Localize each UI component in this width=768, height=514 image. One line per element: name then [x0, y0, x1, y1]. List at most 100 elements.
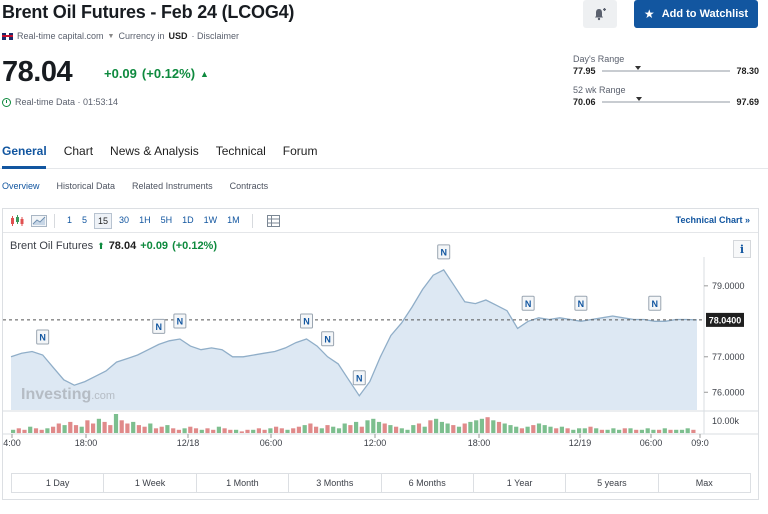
period-5-years[interactable]: 5 years	[566, 474, 659, 492]
volume-bar	[239, 431, 244, 433]
volume-bar	[439, 421, 444, 433]
volume-bar	[565, 428, 570, 434]
period-max[interactable]: Max	[659, 474, 750, 492]
volume-bar	[456, 426, 462, 433]
subtab-contracts[interactable]: Contracts	[230, 181, 269, 191]
volume-bar	[51, 426, 56, 433]
tab-forum[interactable]: Forum	[283, 144, 318, 158]
volume-bar	[108, 425, 113, 433]
volume-bar	[73, 425, 79, 433]
news-marker-label: N	[324, 334, 331, 344]
subtab-historical-data[interactable]: Historical Data	[57, 181, 116, 191]
volume-bar	[79, 426, 84, 433]
volume-bar	[422, 426, 427, 433]
news-marker-label: N	[525, 299, 532, 309]
volume-bar	[245, 429, 250, 433]
period-1-year[interactable]: 1 Year	[474, 474, 567, 492]
volume-bar	[399, 428, 404, 434]
x-tick-label: 18:00	[468, 438, 491, 448]
tab-news-analysis[interactable]: News & Analysis	[110, 144, 199, 158]
volume-bar	[359, 426, 364, 433]
volume-bar	[159, 426, 164, 433]
volume-bar	[354, 421, 359, 433]
volume-bar	[668, 429, 673, 433]
volume-bar	[314, 426, 319, 433]
volume-bar	[428, 420, 433, 433]
x-tick-label: 12/19	[569, 438, 592, 448]
volume-bar	[674, 429, 679, 433]
volume-bar	[234, 429, 239, 433]
volume-bar	[445, 423, 450, 433]
y-tick-label: 76.0000	[712, 387, 745, 397]
period-1-month[interactable]: 1 Month	[197, 474, 290, 492]
volume-bar	[394, 426, 399, 433]
volume-bar	[634, 429, 639, 433]
volume-bar	[148, 423, 153, 433]
volume-bar	[331, 426, 336, 433]
volume-bar	[531, 425, 536, 433]
range-marker	[635, 66, 642, 70]
volume-bar	[376, 421, 382, 433]
main-tabs: General Chart News & Analysis Technical …	[2, 144, 317, 158]
data-source[interactable]: Real-time capital.com	[17, 31, 104, 41]
volume-bar	[205, 428, 210, 434]
tab-general[interactable]: General	[2, 144, 47, 158]
volume-bar	[365, 420, 370, 433]
volume-bar	[685, 428, 690, 434]
change-percent: (+0.12%)	[141, 66, 196, 81]
volume-bar	[193, 428, 199, 434]
52wk-range-low: 70.06	[573, 97, 596, 107]
volume-bar	[525, 426, 530, 433]
price-change: +0.09 (+0.12%) ▲	[104, 66, 209, 81]
price-chart[interactable]: Investing.com 78.0400 79.0000 77.0000 76.000…	[3, 209, 758, 471]
news-marker-label: N	[303, 317, 310, 327]
volume-bar	[617, 429, 622, 433]
volume-bar	[125, 423, 130, 433]
tab-technical[interactable]: Technical	[216, 144, 266, 158]
tab-chart[interactable]: Chart	[64, 144, 93, 158]
volume-bar	[296, 426, 301, 433]
volume-bar	[479, 418, 484, 434]
volume-bar	[382, 423, 387, 433]
volume-bar	[411, 425, 416, 433]
volume-bar	[577, 428, 582, 434]
star-icon: ★	[643, 7, 655, 21]
volume-bar	[559, 426, 564, 433]
price-area	[11, 269, 697, 410]
volume-bar	[62, 425, 67, 433]
volume-bar	[285, 429, 290, 433]
volume-bar	[605, 429, 610, 433]
subtab-overview[interactable]: Overview	[2, 181, 40, 191]
volume-bar	[542, 425, 547, 433]
last-price: 78.04	[2, 56, 73, 88]
subtab-related-instruments[interactable]: Related Instruments	[132, 181, 213, 191]
period-3-months[interactable]: 3 Months	[289, 474, 382, 492]
price-alert-button[interactable]	[583, 0, 617, 28]
chevron-down-icon[interactable]: ▼	[108, 33, 115, 40]
volume-bar	[302, 425, 307, 433]
52wk-range-label: 52 wk Range	[573, 85, 626, 95]
period-6-months[interactable]: 6 Months	[382, 474, 474, 492]
x-tick-label: 4:00	[3, 438, 21, 448]
volume-bar	[142, 426, 147, 433]
currency-prefix: Currency in	[118, 31, 165, 41]
add-to-watchlist-button[interactable]: ★ Add to Watchlist	[634, 0, 758, 28]
x-tick-label: 06:00	[640, 438, 663, 448]
volume-bar	[599, 429, 604, 433]
tabs-divider	[0, 168, 768, 169]
active-tab-indicator	[2, 166, 46, 169]
volume-bar	[56, 423, 61, 433]
period-1-week[interactable]: 1 Week	[104, 474, 197, 492]
disclaimer-link[interactable]: · Disclaimer	[192, 31, 240, 41]
watermark-suffix: .com	[91, 390, 115, 402]
volume-bar	[199, 429, 204, 433]
x-tick-label: 18:00	[75, 438, 98, 448]
period-1-day[interactable]: 1 Day	[12, 474, 105, 492]
news-marker-label: N	[356, 373, 363, 383]
bell-plus-icon	[595, 8, 606, 21]
y-tick-label: 79.0000	[712, 281, 745, 291]
page-title: Brent Oil Futures - Feb 24 (LCOG4)	[2, 2, 295, 22]
volume-bar	[325, 425, 330, 433]
volume-bar	[11, 429, 16, 433]
volume-bar	[211, 429, 216, 433]
